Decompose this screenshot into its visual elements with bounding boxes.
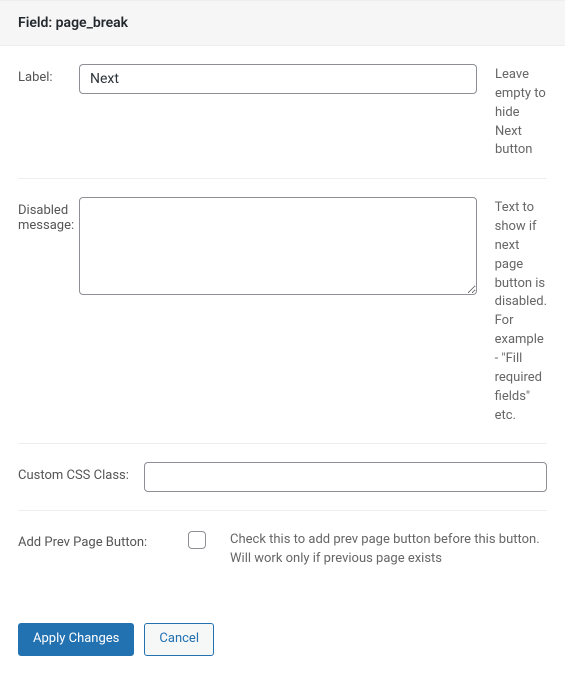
row-custom-css: Custom CSS Class: xyxy=(18,444,547,511)
row-label: Label: Leave empty to hide Next button xyxy=(18,46,547,179)
add-prev-help: Check this to add prev page button befor… xyxy=(220,529,547,569)
cancel-button[interactable]: Cancel xyxy=(144,623,214,656)
label-field-label: Label: xyxy=(18,64,73,85)
label-input[interactable] xyxy=(79,64,477,94)
label-input-wrap xyxy=(79,64,477,94)
add-prev-label: Add Prev Page Button: xyxy=(18,529,173,550)
add-prev-checkbox[interactable] xyxy=(188,531,206,549)
row-disabled-message: Disabled message: Text to show if next p… xyxy=(18,179,547,444)
dialog-header: Field: page_break xyxy=(0,0,565,46)
disabled-message-input-wrap xyxy=(79,197,477,299)
dialog-footer: Apply Changes Cancel xyxy=(0,605,565,674)
apply-changes-button[interactable]: Apply Changes xyxy=(18,623,134,656)
disabled-message-label: Disabled message: xyxy=(18,197,73,233)
dialog-title: Field: page_break xyxy=(18,15,547,31)
row-add-prev: Add Prev Page Button: Check this to add … xyxy=(18,511,547,587)
custom-css-input-wrap xyxy=(144,462,547,492)
custom-css-input[interactable] xyxy=(144,462,547,492)
add-prev-checkbox-wrap xyxy=(179,529,214,549)
disabled-message-help: Text to show if next page button is disa… xyxy=(483,197,547,425)
custom-css-label: Custom CSS Class: xyxy=(18,462,138,483)
label-help: Leave empty to hide Next button xyxy=(483,64,547,160)
disabled-message-textarea[interactable] xyxy=(79,197,477,295)
dialog-body: Label: Leave empty to hide Next button D… xyxy=(0,46,565,605)
